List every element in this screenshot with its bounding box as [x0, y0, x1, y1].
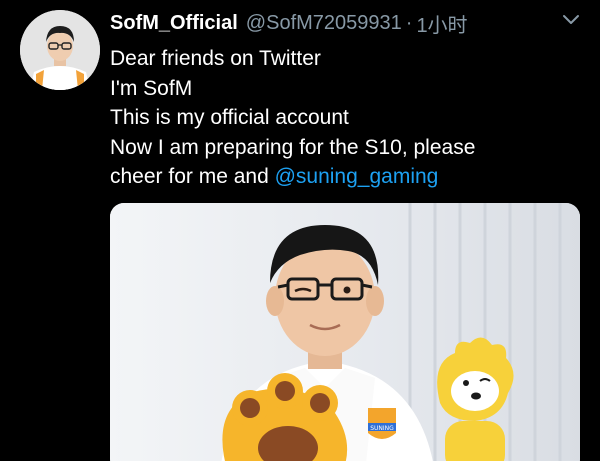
profile-photo: [20, 10, 100, 90]
tweet-text: Dear friends on Twitter I'm SofM This is…: [110, 44, 580, 192]
display-name[interactable]: SofM_Official: [110, 12, 238, 35]
mention-link[interactable]: @suning_gaming: [275, 165, 439, 188]
tweet-line-text: cheer for me and: [110, 165, 275, 188]
timestamp[interactable]: 1小时: [416, 9, 467, 38]
tweet-line: I'm SofM: [110, 76, 193, 100]
avatar[interactable]: [20, 10, 100, 90]
separator-dot: ·: [405, 11, 413, 34]
tweet-line: Now I am preparing for the S10, please: [110, 135, 476, 159]
tweet-line: Dear friends on Twitter: [110, 47, 321, 70]
tweet-photo: SUNING: [110, 203, 580, 461]
tweet-line: This is my official account: [110, 106, 349, 129]
chevron-down-icon[interactable]: [560, 8, 582, 30]
user-handle[interactable]: @SofM72059931: [246, 12, 402, 35]
tweet[interactable]: SofM_Official @SofM72059931 · 1小时 Dear f…: [0, 0, 600, 461]
media-image[interactable]: SUNING: [110, 203, 580, 461]
badge-text: SUNING: [370, 425, 394, 432]
tweet-line: cheer for me and @suning_gaming: [110, 162, 580, 192]
tweet-header: SofM_Official @SofM72059931 · 1小时: [110, 8, 590, 38]
